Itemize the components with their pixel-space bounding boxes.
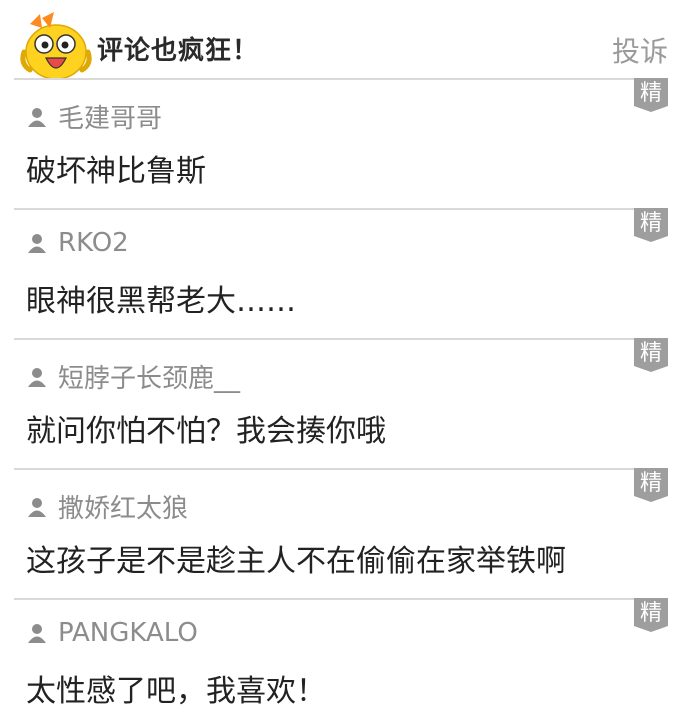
featured-badge-label: 精	[640, 341, 662, 366]
comment-item: 精 PANGKALO 太性感了吧，我喜欢！	[14, 598, 668, 728]
comment-list: 精 毛建哥哥 破坏神比鲁斯 精 RKO2 眼神很黑帮老大…… 精 短脖子长颈鹿_…	[14, 78, 668, 728]
featured-badge: 精	[634, 78, 668, 112]
featured-badge: 精	[634, 598, 668, 632]
comment-item: 精 毛建哥哥 破坏神比鲁斯	[14, 78, 668, 208]
comment-text: 就问你怕不怕？我会揍你哦	[26, 414, 386, 449]
user-icon	[28, 624, 46, 643]
comment-text: 太性感了吧，我喜欢！	[26, 674, 326, 709]
user-icon	[28, 367, 46, 387]
user-icon	[28, 497, 46, 517]
comment-user: 短脖子长颈鹿__	[26, 358, 240, 395]
comment-item: 精 撒娇红太狼 这孩子是不是趁主人不在偷偷在家举铁啊	[14, 468, 668, 598]
username[interactable]: 撒娇红太狼	[58, 488, 188, 525]
username[interactable]: PANGKALO	[58, 618, 198, 648]
username[interactable]: 毛建哥哥	[58, 98, 162, 135]
comment-item: 精 短脖子长颈鹿__ 就问你怕不怕？我会揍你哦	[14, 338, 668, 468]
page-title: 评论也疯狂！	[97, 36, 260, 66]
comment-text: 眼神很黑帮老大……	[26, 284, 296, 319]
comment-text: 破坏神比鲁斯	[26, 154, 206, 189]
username[interactable]: RKO2	[58, 228, 129, 258]
header: 评论也疯狂！ 投诉	[0, 0, 682, 80]
report-button[interactable]: 投诉	[612, 30, 668, 70]
user-icon	[28, 107, 46, 127]
username[interactable]: 短脖子长颈鹿__	[58, 358, 240, 395]
featured-badge: 精	[634, 208, 668, 242]
comment-user: RKO2	[26, 228, 129, 258]
featured-badge-label: 精	[640, 81, 662, 106]
comment-user: 毛建哥哥	[26, 98, 162, 135]
comment-item: 精 RKO2 眼神很黑帮老大……	[14, 208, 668, 338]
comment-user: 撒娇红太狼	[26, 488, 188, 525]
featured-badge-label: 精	[640, 211, 662, 236]
user-icon	[28, 234, 46, 253]
comment-text: 这孩子是不是趁主人不在偷偷在家举铁啊	[26, 544, 566, 579]
featured-badge: 精	[634, 468, 668, 502]
featured-badge: 精	[634, 338, 668, 372]
comment-user: PANGKALO	[26, 618, 198, 648]
featured-badge-label: 精	[640, 471, 662, 496]
mascot-icon	[20, 12, 92, 80]
featured-badge-label: 精	[640, 601, 662, 626]
